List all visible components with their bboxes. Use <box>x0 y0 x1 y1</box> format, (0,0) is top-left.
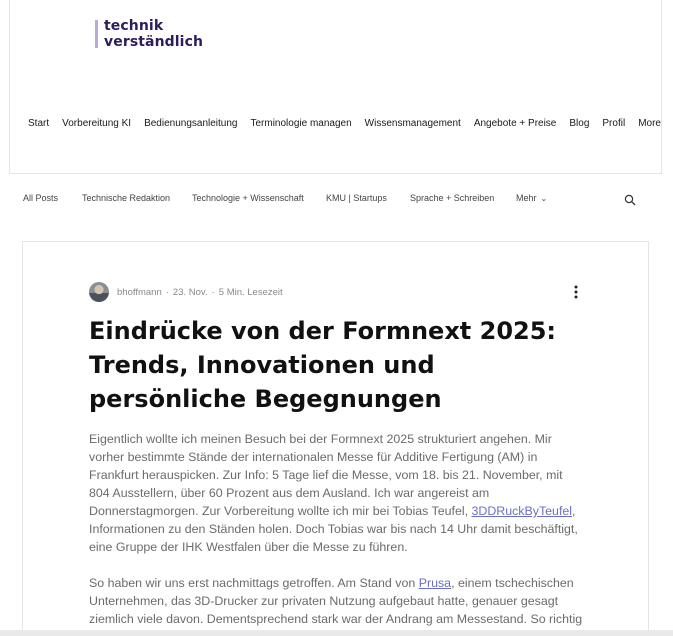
category-technologie-wissenschaft[interactable]: Technologie + Wissenschaft <box>192 193 304 203</box>
blog-post-card: bhoffmann · 23. Nov. · 5 Min. Lesezeit E… <box>22 241 649 636</box>
more-options-icon[interactable] <box>574 285 578 299</box>
post-title: Eindrücke von der Formnext 2025: Trends,… <box>89 317 557 413</box>
category-more-label: Mehr <box>516 193 537 203</box>
logo-bar <box>95 20 98 48</box>
search-icon[interactable] <box>624 194 636 206</box>
nav-item-wissensmanagement[interactable]: Wissensmanagement <box>365 118 461 129</box>
main-navigation: Start Vorbereitung KI Bedienungsanleitun… <box>28 118 673 129</box>
blog-category-nav: All Posts Technische Redaktion Technolog… <box>23 193 640 209</box>
nav-item-blog[interactable]: Blog <box>569 118 589 129</box>
post-paragraph: So haben wir uns erst nachmittags getrof… <box>89 574 583 636</box>
post-body: Eigentlich wollte ich meinen Besuch bei … <box>89 430 583 636</box>
meta-separator: · <box>211 286 215 298</box>
author-avatar[interactable] <box>89 282 109 302</box>
nav-item-vorbereitung-ki[interactable]: Vorbereitung KI <box>62 118 131 129</box>
meta-separator: · <box>165 286 169 298</box>
post-author[interactable]: bhoffmann <box>117 287 162 298</box>
category-more-dropdown[interactable]: Mehr ⌄ <box>516 193 547 203</box>
site-logo[interactable]: technik verständlich <box>95 18 203 50</box>
paragraph-text: So haben wir uns erst nachmittags getrof… <box>89 576 419 590</box>
post-paragraph: Eigentlich wollte ich meinen Besuch bei … <box>89 430 583 556</box>
logo-line-1: technik <box>104 18 164 34</box>
category-technische-redaktion[interactable]: Technische Redaktion <box>82 193 170 203</box>
post-read-time: 5 Min. Lesezeit <box>218 286 283 298</box>
bottom-scroll-edge <box>0 630 673 636</box>
category-all-posts[interactable]: All Posts <box>23 193 58 203</box>
category-sprache-schreiben[interactable]: Sprache + Schreiben <box>410 193 494 203</box>
nav-item-angebote[interactable]: Angebote + Preise <box>474 118 557 129</box>
nav-item-terminologie[interactable]: Terminologie managen <box>250 118 351 129</box>
link-3ddruckbyteufel[interactable]: 3DDRuckByTeufel <box>471 504 572 518</box>
nav-item-more[interactable]: More <box>638 118 661 129</box>
link-prusa[interactable]: Prusa <box>419 576 451 590</box>
nav-item-start[interactable]: Start <box>28 118 49 129</box>
category-kmu-startups[interactable]: KMU | Startups <box>326 193 387 203</box>
site-header: technik verständlich Start Vorbereitung … <box>9 0 662 174</box>
post-meta: bhoffmann · 23. Nov. · 5 Min. Lesezeit <box>89 282 283 302</box>
logo-line-2: verständlich <box>104 34 204 50</box>
nav-item-bedienungsanleitung[interactable]: Bedienungsanleitung <box>144 118 237 129</box>
logo-text: technik verständlich <box>104 18 203 50</box>
chevron-down-icon: ⌄ <box>540 194 548 203</box>
post-date: 23. Nov. <box>172 286 208 298</box>
nav-item-profil[interactable]: Profil <box>602 118 625 129</box>
